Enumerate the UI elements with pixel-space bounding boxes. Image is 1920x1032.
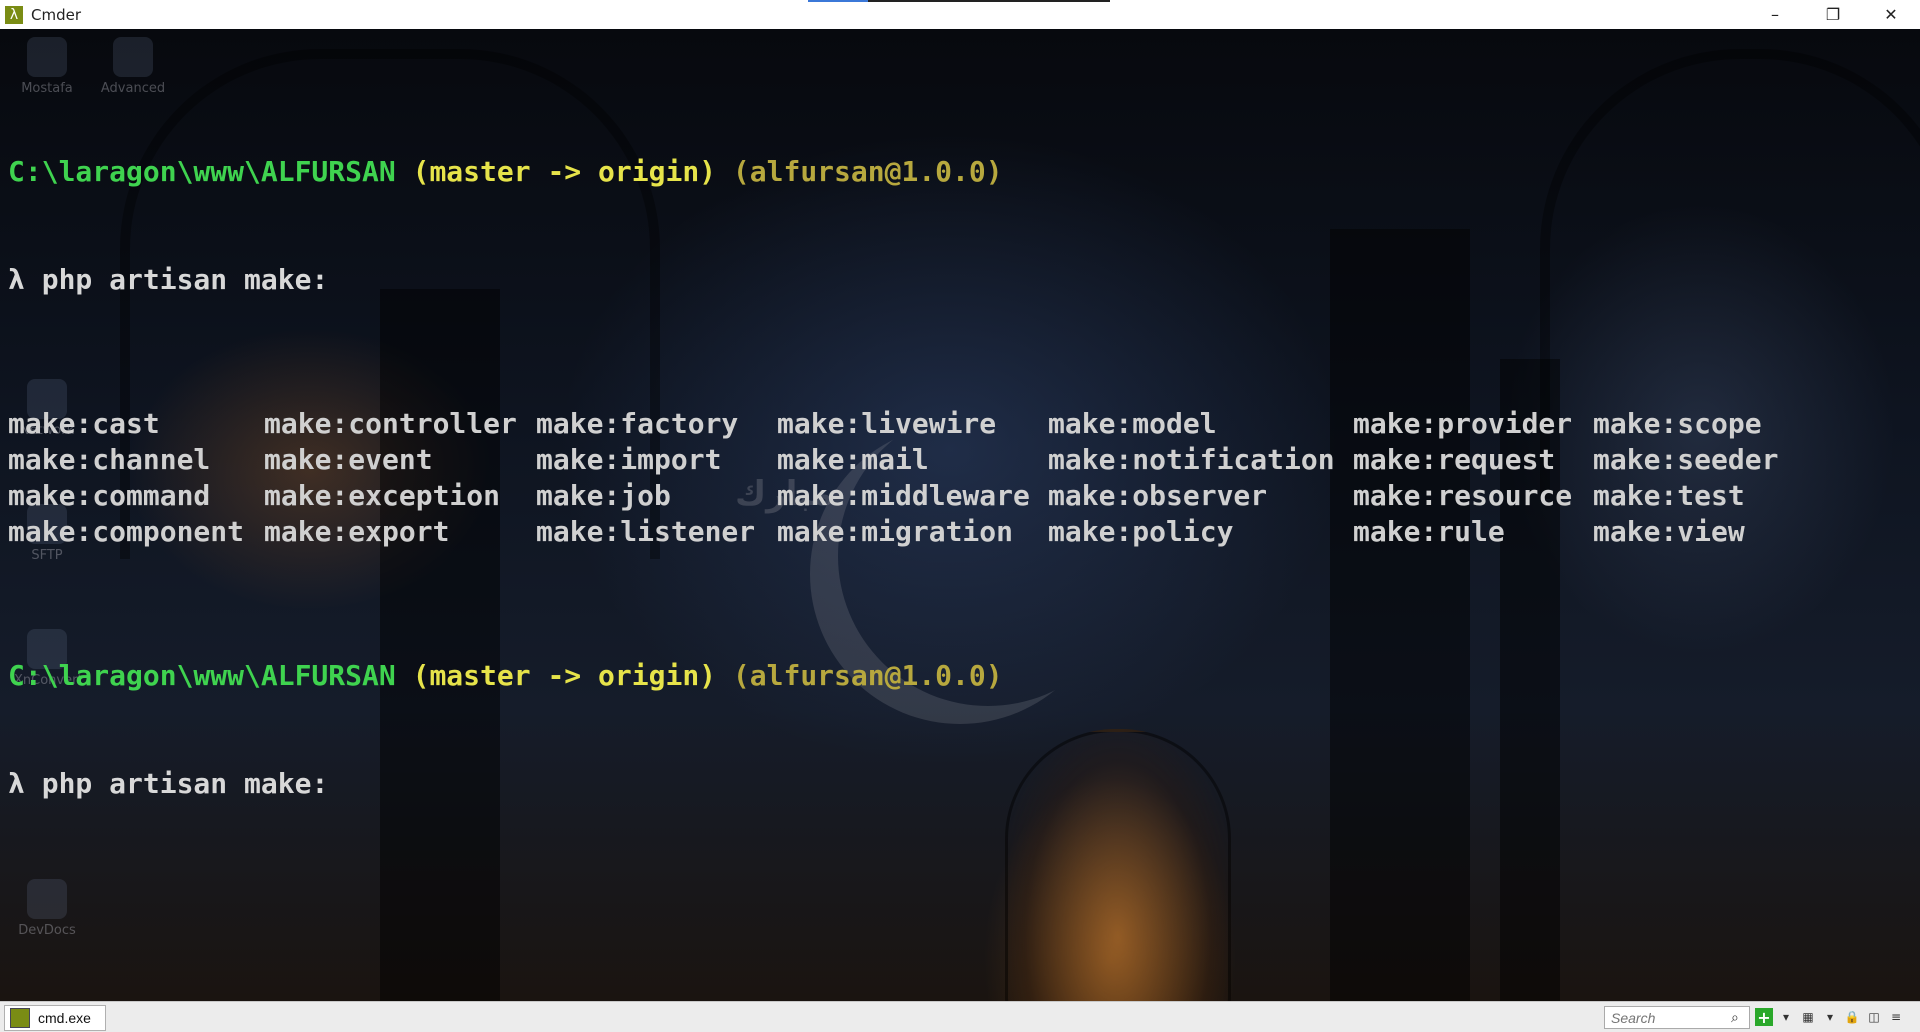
completion-item: make:observer [1048,479,1268,512]
window-title: Cmder [31,5,82,24]
completion-item: make:command [8,479,211,512]
completion-item: make:resource [1353,479,1573,512]
prompt-path: C:\laragon\www\ALFURSAN [8,659,396,692]
completion-item: make:rule [1353,515,1505,548]
search-box[interactable]: ⌕ [1604,1006,1750,1029]
cmder-app-icon: λ [5,5,23,24]
completion-item: make:event [264,443,433,476]
completion-item: make:component [8,515,245,548]
title-accent-line [808,0,1110,2]
completion-item: make:livewire [777,407,997,440]
dropdown-arrow-icon[interactable]: ▾ [1821,1008,1839,1026]
completion-item: make:scope [1593,407,1762,440]
dropdown-arrow-icon[interactable]: ▾ [1777,1008,1795,1026]
completion-item: make:migration [777,515,1014,548]
console-tab-label: cmd.exe [38,1010,91,1026]
prompt-line: C:\laragon\www\ALFURSAN (master -> origi… [8,154,1793,190]
status-bar: cmd.exe ⌕ + ▾ ▦ ▾ 🔒 ◫ ≡ [0,1001,1920,1032]
desktop-icon-label: DevDocs [18,923,76,938]
completion-grid: make:cast make:controller make:factory m… [8,406,1793,550]
command-input-text[interactable]: php artisan make: [42,767,329,800]
minimize-button[interactable]: – [1746,0,1804,29]
prompt-package: (alfursan@1.0.0) [732,155,1003,188]
search-icon[interactable]: ⌕ [1731,1010,1739,1026]
prompt-path: C:\laragon\www\ALFURSAN [8,155,396,188]
completion-item: make:job [536,479,671,512]
command-line[interactable]: λ php artisan make: [8,766,1793,802]
completion-item: make:channel [8,443,211,476]
terminal-output: C:\laragon\www\ALFURSAN (master -> origi… [8,82,1793,874]
desktop-icon: DevDocs [14,879,80,938]
command-line: λ php artisan make: [8,262,1793,298]
window-controls: – ❐ ✕ [1746,0,1920,29]
close-button[interactable]: ✕ [1862,0,1920,29]
lambda-symbol: λ [8,767,25,800]
prompt-branch: (master -> origin) [412,155,717,188]
devdocs-search-icon [27,879,67,919]
status-toolbar: + ▾ ▦ ▾ 🔒 ◫ ≡ [1755,1006,1905,1028]
search-input[interactable] [1605,1007,1731,1028]
completion-item: make:cast [8,407,160,440]
terminal-pane[interactable]: مبارك Mostafa Advanced Network SFTP XnCo… [0,29,1920,1001]
prompt-branch: (master -> origin) [412,659,717,692]
completion-item: make:test [1593,479,1745,512]
app-icon [113,37,153,77]
completion-item: make:policy [1048,515,1234,548]
completion-item: make:exception [264,479,501,512]
lock-icon[interactable]: 🔒 [1843,1008,1861,1026]
prompt-line: C:\laragon\www\ALFURSAN (master -> origi… [8,658,1793,694]
completion-item: make:listener [536,515,756,548]
completion-item: make:model [1048,407,1217,440]
menu-icon[interactable]: ≡ [1887,1008,1905,1026]
completion-item: make:request [1353,443,1556,476]
completion-item: make:import [536,443,722,476]
lambda-symbol: λ [8,263,25,296]
prompt-package: (alfursan@1.0.0) [732,659,1003,692]
title-bar: λ Cmder – ❐ ✕ [0,0,1920,29]
completion-item: make:export [264,515,450,548]
split-icon[interactable]: ◫ [1865,1008,1883,1026]
new-console-plus-icon[interactable]: + [1755,1008,1773,1027]
completion-item: make:mail [777,443,929,476]
console-tab[interactable]: cmd.exe [4,1005,106,1031]
restore-button[interactable]: ❐ [1804,0,1862,29]
completion-item: make:seeder [1593,443,1779,476]
completion-item: make:middleware [777,479,1030,512]
console-tab-icon [10,1008,30,1028]
completion-item: make:controller [264,407,517,440]
completion-item: make:view [1593,515,1745,548]
completion-item: make:factory [536,407,739,440]
completion-item: make:notification [1048,443,1335,476]
folder-icon [27,37,67,77]
completion-item: make:provider [1353,407,1573,440]
window-layout-icon[interactable]: ▦ [1799,1008,1817,1026]
command-text: php artisan make: [41,263,329,296]
